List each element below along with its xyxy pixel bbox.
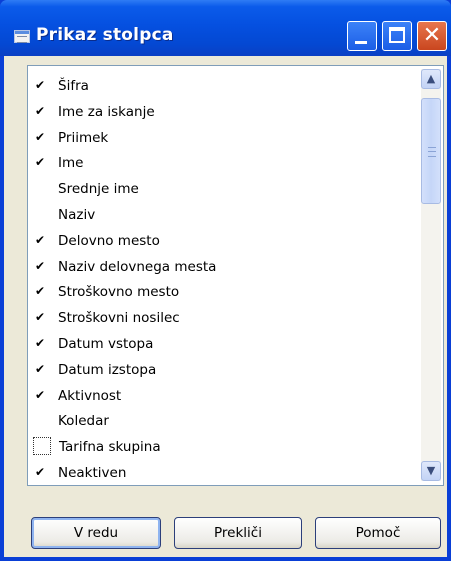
list-item[interactable]: Koledar xyxy=(28,409,416,435)
list-item-label: Tarifna skupina xyxy=(59,439,161,456)
minimize-button[interactable] xyxy=(347,21,377,51)
list-item[interactable]: Naziv xyxy=(28,203,416,229)
list-item[interactable]: ✔ Neaktiven xyxy=(28,461,416,485)
list-item[interactable]: ✔ Stroškovni nosilec xyxy=(28,306,416,332)
list-item-label: Stroškovni nosilec xyxy=(58,310,180,327)
checkmark-icon: ✔ xyxy=(35,464,46,479)
checkmark-icon: ✔ xyxy=(35,310,46,325)
list-item-label: Srednje ime xyxy=(58,181,139,198)
list-item-label: Naziv delovnega mesta xyxy=(58,258,217,275)
list-item-label: Ime xyxy=(58,155,84,172)
checkmark-icon: ✔ xyxy=(35,361,46,376)
list-item[interactable]: ✔ Ime xyxy=(28,151,416,177)
title-bar[interactable]: Prikaz stolpca ✕ xyxy=(0,0,451,56)
checkmark-icon: ✔ xyxy=(35,258,46,273)
checkmark-icon: ✔ xyxy=(35,129,46,144)
list-item[interactable]: Srednje ime xyxy=(28,177,416,203)
list-item[interactable]: ✔ Delovno mesto xyxy=(28,229,416,255)
column-list[interactable]: ✔ Šifra ✔ Ime za iskanje ✔ Priimek ✔ Ime Srednje… xyxy=(27,65,444,486)
list-item[interactable]: ✔ Ime za iskanje xyxy=(28,100,416,126)
close-button[interactable]: ✕ xyxy=(417,21,447,51)
list-item[interactable]: ✔ Stroškovno mesto xyxy=(28,280,416,306)
checkmark-icon: ✔ xyxy=(35,155,46,170)
checkmark-icon: ✔ xyxy=(35,103,46,118)
list-item-label: Koledar xyxy=(58,413,109,430)
list-item-label: Ime za iskanje xyxy=(58,103,155,120)
list-item[interactable]: ✔ Šifra xyxy=(28,74,416,100)
vertical-scrollbar[interactable]: ▲ ▼ xyxy=(421,69,441,481)
checkmark-icon: ✔ xyxy=(35,78,46,92)
list-item-label: Neaktiven xyxy=(58,464,127,481)
maximize-button[interactable] xyxy=(382,21,412,51)
table-icon xyxy=(14,30,30,43)
list-item-label: Šifra xyxy=(58,78,89,94)
close-icon: ✕ xyxy=(422,23,442,48)
list-item[interactable]: ✔ Datum izstopa xyxy=(28,358,416,384)
scroll-down-button[interactable]: ▼ xyxy=(421,461,441,481)
list-item-label: Priimek xyxy=(58,129,109,146)
grip-icon xyxy=(428,147,436,157)
scroll-up-button[interactable]: ▲ xyxy=(421,69,441,89)
list-item-label: Datum izstopa xyxy=(58,361,157,378)
list-item[interactable]: ✔ Naziv delovnega mesta xyxy=(28,255,416,281)
list-item-label: Datum vstopa xyxy=(58,335,154,352)
checkmark-icon: ✔ xyxy=(35,387,46,402)
cancel-button[interactable]: Prekliči xyxy=(174,517,302,549)
window-title: Prikaz stolpca xyxy=(36,25,174,45)
checkmark-icon: ✔ xyxy=(35,335,46,350)
list-item[interactable]: ✔ Aktivnost xyxy=(28,384,416,410)
column-rows: ✔ Šifra ✔ Ime za iskanje ✔ Priimek ✔ Ime Srednje… xyxy=(28,74,416,485)
list-item[interactable]: Tarifna skupina xyxy=(28,435,416,461)
checkmark-icon: ✔ xyxy=(35,284,46,299)
list-item-label: Aktivnost xyxy=(58,387,122,404)
list-item-label: Stroškovno mesto xyxy=(58,284,180,301)
help-button[interactable]: Pomoč xyxy=(315,517,441,549)
list-item[interactable]: ✔ Datum vstopa xyxy=(28,332,416,358)
dialog-window: Prikaz stolpca ✕ ✔ Šifra ✔ Ime za iskanje ✔ P… xyxy=(0,0,451,561)
chevron-down-icon: ▼ xyxy=(426,464,436,477)
list-item[interactable]: ✔ Priimek xyxy=(28,126,416,152)
ok-button[interactable]: V redu xyxy=(31,517,161,549)
list-item-label: Naziv xyxy=(58,206,96,223)
checkmark-icon: ✔ xyxy=(35,232,46,247)
dialog-client: ✔ Šifra ✔ Ime za iskanje ✔ Priimek ✔ Ime Srednje… xyxy=(4,56,447,557)
scroll-thumb[interactable] xyxy=(421,98,441,204)
list-item-label: Delovno mesto xyxy=(58,232,160,249)
focus-rect xyxy=(33,437,51,456)
chevron-up-icon: ▲ xyxy=(426,72,436,85)
